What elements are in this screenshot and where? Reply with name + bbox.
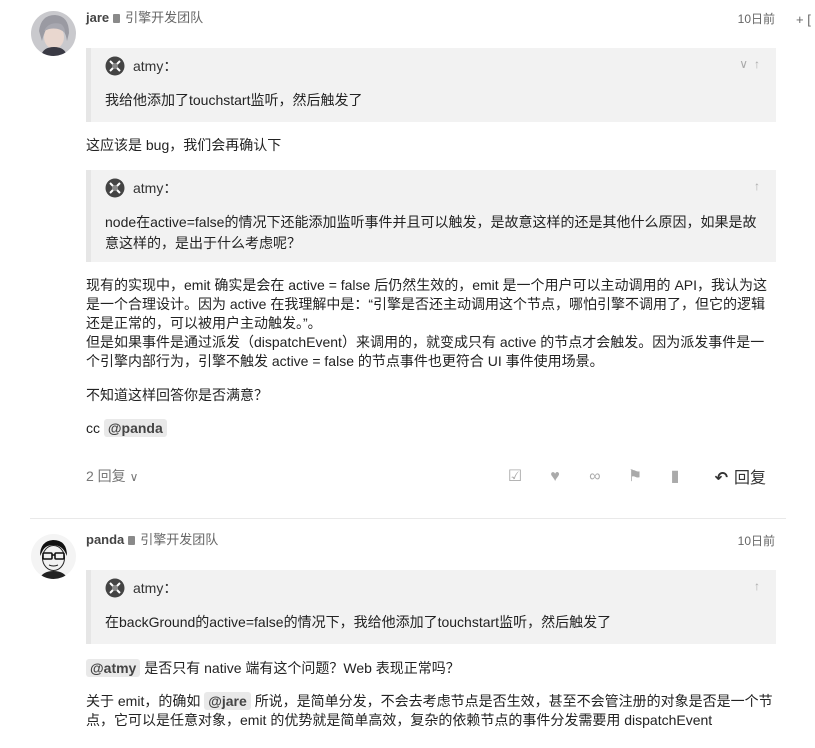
paragraph-line: 现有的实现中，emit 确实是会在 active = false 后仍然生效的，…: [86, 277, 768, 331]
chevron-down-icon[interactable]: ∨: [739, 57, 754, 71]
mention-jare[interactable]: @jare: [204, 692, 251, 710]
avatar[interactable]: [31, 11, 76, 56]
checkbox-icon[interactable]: ☑: [505, 466, 525, 486]
chevron-down-icon[interactable]: ∨: [130, 470, 139, 484]
quote-block: atmy： ↑ 在backGround的active=false的情况下，我给他…: [86, 570, 776, 644]
mention-atmy[interactable]: @atmy: [86, 659, 141, 677]
quote-avatar-icon: [105, 578, 125, 598]
quote-author: atmy：: [133, 580, 178, 596]
arrow-up-icon[interactable]: ↑: [754, 179, 766, 193]
flag-icon[interactable]: ⚑: [625, 466, 645, 486]
quote-text: 我给他添加了touchstart监听，然后触发了: [105, 92, 363, 108]
post-actions: 2 回复 ∨ ☑ ♥ ∞ ⚑ ▮ ↶ 回复: [86, 464, 776, 488]
reply-count-button[interactable]: 2 回复 ∨: [86, 466, 138, 486]
lock-icon: [113, 14, 121, 23]
paragraph: @atmy 是否只有 native 端有这个问题？Web 表现正常吗？: [86, 659, 776, 678]
quote-block: atmy： ∨↑ 我给他添加了touchstart监听，然后触发了: [86, 48, 776, 122]
username[interactable]: jare: [86, 10, 109, 25]
quote-controls: ↑: [754, 579, 766, 593]
paragraph: 这应该是 bug，我们会再确认下: [86, 137, 282, 153]
arrow-up-icon[interactable]: ↑: [754, 57, 766, 71]
quote-text: node在active=false的情况下还能添加监听事件并且可以触发，是故意这…: [105, 214, 757, 251]
lock-icon: [128, 536, 136, 545]
cc-label: cc: [86, 420, 100, 436]
reply-button[interactable]: ↶ 回复: [715, 464, 766, 488]
heart-icon[interactable]: ♥: [545, 468, 565, 486]
quote-controls: ∨↑: [739, 57, 766, 71]
side-expand-control[interactable]: + [: [796, 12, 811, 27]
quote-header: atmy：: [105, 578, 177, 598]
quote-text: 在backGround的active=false的情况下，我给他添加了touch…: [105, 614, 612, 630]
quote-avatar-icon: [105, 56, 125, 76]
paragraph: 不知道这样回答你是否满意？: [86, 387, 268, 403]
arrow-up-icon[interactable]: ↑: [754, 579, 766, 593]
post-header: panda 引擎开发团队: [86, 531, 218, 549]
paragraph-text: 是否只有 native 端有这个问题？Web 表现正常吗？: [144, 660, 460, 676]
post-date[interactable]: 10日前: [738, 532, 775, 550]
action-icons: ☑ ♥ ∞ ⚑ ▮: [505, 466, 705, 486]
username[interactable]: panda: [86, 532, 124, 547]
quote-header: atmy：: [105, 178, 177, 198]
paragraph: 现有的实现中，emit 确实是会在 active = false 后仍然生效的，…: [86, 276, 776, 371]
user-group[interactable]: 引擎开发团队: [140, 532, 218, 547]
reply-count[interactable]: 2 回复: [86, 468, 126, 484]
post-header: jare 引擎开发团队: [86, 9, 203, 27]
paragraph-text: 关于 emit，的确如: [86, 693, 201, 709]
user-group[interactable]: 引擎开发团队: [125, 10, 203, 25]
paragraph: 关于 emit，的确如 @jare 所说，是简单分发，不会去考虑节点是否生效，甚…: [86, 692, 776, 730]
link-icon[interactable]: ∞: [585, 468, 605, 486]
quote-block: atmy： ↑ node在active=false的情况下还能添加监听事件并且可…: [86, 170, 776, 262]
quote-header: atmy：: [105, 56, 177, 76]
mention-panda[interactable]: @panda: [103, 419, 167, 437]
quote-avatar-icon: [105, 178, 125, 198]
avatar[interactable]: [31, 534, 76, 579]
post-date[interactable]: 10日前: [738, 10, 775, 28]
quote-author: atmy：: [133, 58, 178, 74]
reply-label: 回复: [733, 470, 766, 487]
paragraph-line: 但是如果事件是通过派发（dispatchEvent）来调用的，就变成只有 act…: [86, 334, 765, 369]
quote-author: atmy：: [133, 180, 178, 196]
cc-line: cc @panda: [86, 419, 776, 438]
quote-controls: ↑: [754, 179, 766, 193]
reply-icon: ↶: [714, 470, 728, 487]
bookmark-icon[interactable]: ▮: [665, 466, 685, 486]
post-divider: [30, 518, 786, 519]
